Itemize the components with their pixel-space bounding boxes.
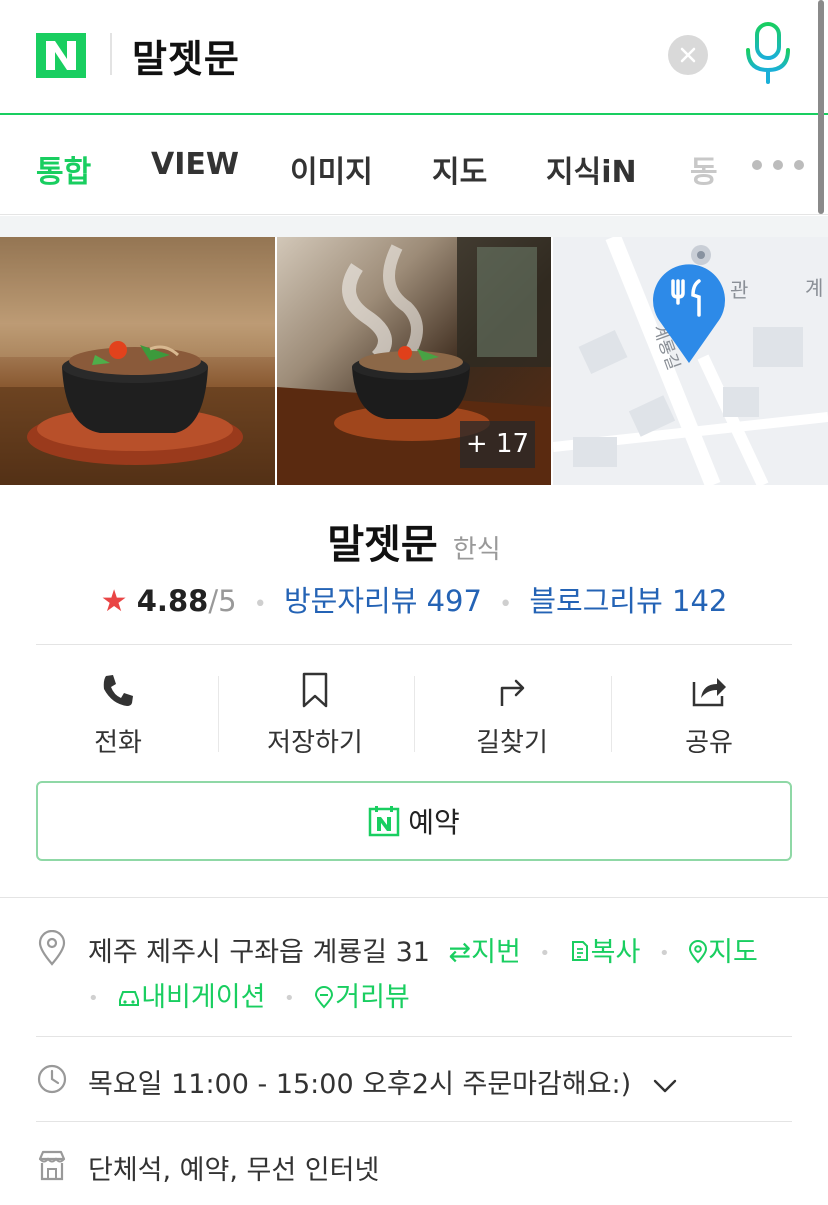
- search-divider: [110, 33, 112, 75]
- more-photos-badge[interactable]: + 17: [460, 421, 535, 468]
- car-icon: [119, 991, 140, 1006]
- jibun-button[interactable]: ⇄지번: [449, 937, 530, 968]
- map-thumbnail[interactable]: 관 계 계룡길: [553, 237, 828, 485]
- map-label: 지도: [708, 937, 758, 968]
- swap-icon: ⇄: [448, 937, 472, 968]
- clear-search-button[interactable]: [668, 35, 708, 75]
- search-tabs: 통합 VIEW 이미지 지도 지식iN 동: [0, 117, 828, 215]
- search-input[interactable]: 말젯문: [132, 28, 240, 83]
- streetview-icon: [315, 986, 334, 1009]
- map-label: 계: [805, 276, 823, 300]
- microphone-icon[interactable]: [742, 22, 794, 84]
- tab-map[interactable]: 지도: [432, 147, 487, 191]
- scrollbar[interactable]: [818, 0, 824, 214]
- food-photo-1[interactable]: [0, 237, 275, 485]
- streetview-button[interactable]: 거리뷰: [313, 982, 410, 1013]
- copy-label: 복사: [590, 937, 641, 968]
- separator-dot: •: [499, 592, 513, 617]
- more-dot-icon: [794, 160, 804, 170]
- directions-label: 길찾기: [476, 728, 548, 758]
- naver-logo-icon[interactable]: [36, 33, 86, 78]
- separator-dot: •: [253, 592, 267, 617]
- separator-dot: •: [88, 988, 99, 1009]
- facilities-text: 단체석, 예약, 무선 인터넷: [88, 1155, 380, 1186]
- tab-all[interactable]: 통합: [36, 147, 91, 191]
- directions-button[interactable]: 길찾기: [414, 668, 610, 758]
- separator-dot: •: [539, 943, 551, 964]
- rating-value: 4.88: [136, 584, 209, 618]
- share-label: 공유: [685, 728, 733, 758]
- address-text: 제주 제주시 구좌읍 계룡길 31: [88, 937, 430, 968]
- place-category: 한식: [452, 535, 501, 565]
- hours-row[interactable]: 목요일 11:00 - 15:00 오후2시 주문마감해요:): [88, 1062, 678, 1101]
- share-button[interactable]: 공유: [611, 668, 807, 758]
- separator-dot: •: [284, 988, 295, 1009]
- visitor-review-link[interactable]: 방문자리뷰 497: [284, 584, 482, 618]
- save-label: 저장하기: [267, 728, 363, 758]
- chevron-down-icon[interactable]: [652, 1077, 678, 1095]
- tab-kin[interactable]: 지식iN: [546, 147, 637, 191]
- more-dot-icon: [773, 160, 783, 170]
- navigation-button[interactable]: 내비게이션: [117, 982, 274, 1013]
- divider: [36, 1121, 792, 1122]
- restaurant-pin-icon: [653, 264, 725, 363]
- bibimbap-image: [0, 237, 275, 485]
- directions-icon: [500, 679, 525, 706]
- copy-button[interactable]: 복사: [569, 937, 649, 968]
- call-label: 전화: [94, 728, 142, 758]
- call-button[interactable]: 전화: [20, 668, 216, 758]
- blog-review-link[interactable]: 블로그리뷰 142: [529, 584, 727, 618]
- divider: [36, 1036, 792, 1037]
- address-row-2: • 내비게이션 • 거리뷰: [88, 975, 410, 1014]
- map-label: 관: [730, 278, 748, 302]
- place-name[interactable]: 말젯문: [327, 522, 437, 568]
- bookmark-icon: [302, 672, 328, 708]
- naver-booking-icon: [368, 806, 400, 837]
- address-row: 제주 제주시 구좌읍 계룡길 31 ⇄지번 • 복사 • 지도: [88, 930, 758, 969]
- place-header: 말젯문 한식: [0, 512, 828, 570]
- copy-icon: [571, 941, 588, 961]
- section-divider: [0, 897, 828, 898]
- separator-dot: •: [658, 943, 670, 964]
- tab-video[interactable]: 동: [690, 147, 726, 191]
- map-link-button[interactable]: 지도: [688, 937, 758, 968]
- divider: [36, 644, 792, 645]
- rating-max: /5: [208, 584, 237, 618]
- more-dot-icon: [752, 160, 762, 170]
- save-button[interactable]: 저장하기: [217, 668, 413, 758]
- section-gap: [0, 216, 828, 237]
- store-icon: [38, 1150, 66, 1181]
- reserve-button[interactable]: 예약: [36, 781, 792, 861]
- star-icon: ★: [100, 584, 128, 619]
- tab-view[interactable]: VIEW: [151, 147, 239, 182]
- navigation-label: 내비게이션: [141, 982, 266, 1013]
- hours-text: 목요일 11:00 - 15:00 오후2시 주문마감해요:): [88, 1069, 632, 1100]
- jibun-label: 지번: [471, 937, 521, 968]
- rating-row: ★ 4.88/5 • 방문자리뷰 497 • 블로그리뷰 142: [0, 578, 828, 620]
- clock-icon: [37, 1064, 67, 1094]
- map-pin-icon: [689, 940, 708, 964]
- streetview-label: 거리뷰: [335, 982, 410, 1013]
- search-bar: 말젯문: [0, 0, 828, 115]
- close-icon: [680, 47, 696, 63]
- tab-images[interactable]: 이미지: [290, 147, 373, 191]
- location-pin-icon: [38, 930, 66, 966]
- share-icon: [692, 678, 726, 707]
- facilities-row: 단체석, 예약, 무선 인터넷: [88, 1148, 379, 1187]
- reserve-label: 예약: [408, 806, 460, 839]
- phone-icon: [103, 675, 133, 706]
